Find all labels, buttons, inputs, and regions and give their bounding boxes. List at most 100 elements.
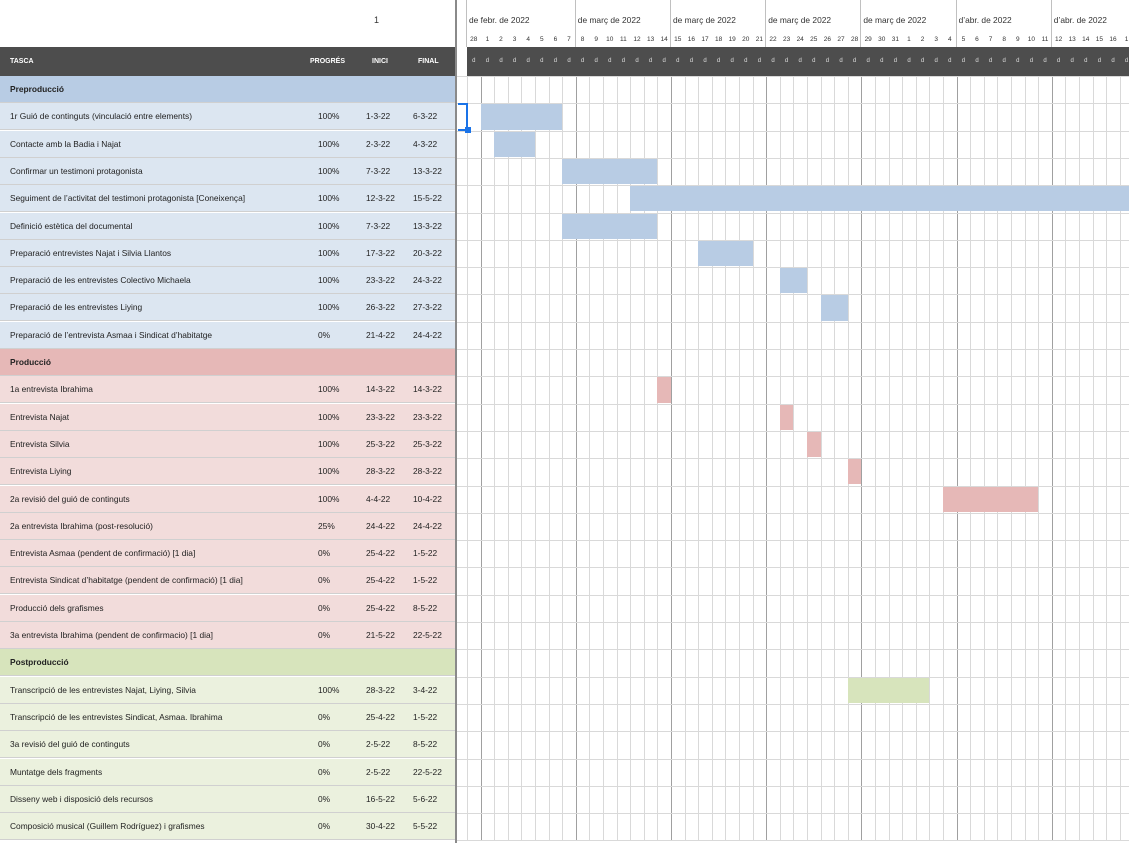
day-number: 8 <box>1002 36 1006 43</box>
gantt-bar[interactable] <box>943 486 1039 512</box>
day-number: 7 <box>567 36 571 43</box>
table-row[interactable]: 2a entrevista Ibrahima (post-resolució) 2… <box>0 512 455 540</box>
table-row[interactable]: Entrevista Najat 100% 23-3-22 23-3-22 <box>0 403 455 431</box>
table-row[interactable]: Composició musical (Guillem Rodríguez) i… <box>0 813 455 841</box>
gantt-bar[interactable] <box>562 213 658 239</box>
table-row[interactable]: Entrevista Sindicat d’habitatge (pendent… <box>0 567 455 595</box>
gantt-bar[interactable] <box>494 131 535 157</box>
table-header: TASCA PROGRÉS INICI FINAL <box>0 47 455 76</box>
table-row[interactable]: 3a entrevista Ibrahima (pendent de confi… <box>0 622 455 649</box>
phase-row[interactable]: Postproducció <box>0 649 455 677</box>
table-row[interactable]: Entrevista Asmaa (pendent de confirmació… <box>0 540 455 568</box>
day-letter: d <box>1024 47 1039 76</box>
gantt-bar[interactable] <box>562 158 658 185</box>
gantt-bar[interactable] <box>820 295 848 321</box>
table-row[interactable]: 1r Guió de continguts (vinculació entre … <box>0 103 455 131</box>
progress-cell: 25% <box>318 520 335 531</box>
column-header-end[interactable]: FINAL <box>418 58 439 65</box>
progress-cell: 100% <box>318 111 340 122</box>
column-header-task[interactable]: TASCA <box>10 58 34 65</box>
table-row[interactable]: 2a revisió del guió de continguts 100% 4-4… <box>0 485 455 513</box>
phase-row[interactable]: Preproducció <box>0 76 455 103</box>
frozen-column-divider[interactable] <box>455 0 457 843</box>
day-number: 10 <box>606 36 614 43</box>
table-row[interactable]: 3a revisió del guió de continguts 0% 2-5-2… <box>0 731 455 759</box>
table-row[interactable]: Preparació entrevistes Najat i Silvia Ll… <box>0 239 455 267</box>
day-number: 8 <box>580 36 585 43</box>
day-number: 13 <box>646 36 655 43</box>
end-cell: 24-3-22 <box>413 275 442 286</box>
table-row[interactable]: Muntatge dels fragments 0% 2-5-22 22-5-22 <box>0 758 455 786</box>
day-letter: d <box>521 47 535 76</box>
task-cell: Entrevista Silvia <box>10 438 70 449</box>
start-cell: 26-3-22 <box>366 302 395 313</box>
day-number: 14 <box>660 36 668 43</box>
grid-row-line <box>455 376 1129 378</box>
table-row[interactable]: Definició estètica del documental 100% 7-3… <box>0 212 455 240</box>
day-letter: d <box>943 47 957 76</box>
table-row[interactable]: Transcripció de les entrevistes Sindicat… <box>0 703 455 731</box>
day-letter: d <box>589 47 603 76</box>
task-cell: Disseny web i disposició dels recursos <box>10 793 153 804</box>
day-letter: d <box>929 47 943 76</box>
task-cell: Composició musical (Guillem Rodríguez) i… <box>10 821 205 832</box>
day-letter: d <box>684 47 699 76</box>
table-row[interactable]: Preparació de l’entrevista Asmaa i Sindi… <box>0 321 455 349</box>
table-row[interactable]: 1a entrevista Ibrahima 100% 14-3-22 14-3-22 <box>0 376 455 404</box>
table-row[interactable]: Contacte amb la Badia i Najat 100% 2-3-22 4… <box>0 130 455 158</box>
day-letter: d <box>535 47 549 76</box>
table-row[interactable]: Preparació de les entrevistes Liying 100%… <box>0 294 455 322</box>
table-row[interactable]: Transcripció de les entrevistes Najat, L… <box>0 676 455 704</box>
gantt-bar[interactable] <box>807 431 821 458</box>
day-number: 7 <box>988 36 993 43</box>
day-letter: d <box>807 47 821 76</box>
end-cell: 22-5-22 <box>413 766 442 777</box>
day-number: 12 <box>1054 36 1063 43</box>
task-cell: Definició estètica del documental <box>10 220 133 231</box>
table-row[interactable]: Confirmar un testimoni protagonista 100% 7… <box>0 157 455 185</box>
gantt-bar[interactable] <box>657 377 671 403</box>
day-number: 16 <box>687 36 695 43</box>
column-header-progress[interactable]: PROGRÉS <box>310 58 345 65</box>
day-number: 24 <box>796 36 804 43</box>
end-cell: 5-5-22 <box>413 821 438 832</box>
month-label: de març de 2022 <box>673 15 736 25</box>
day-letter: d <box>1079 47 1093 76</box>
week-number[interactable]: 1 <box>374 15 379 25</box>
progress-cell: 0% <box>318 711 331 722</box>
table-row[interactable]: Entrevista Silvia 100% 25-3-22 25-3-22 <box>0 430 455 458</box>
column-header-start[interactable]: INICI <box>372 58 388 65</box>
gantt-bar[interactable] <box>630 186 1129 212</box>
table-row[interactable]: Preparació de les entrevistes Colectivo … <box>0 267 455 295</box>
table-row[interactable]: Producció dels grafismes 0% 25-4-22 8-5-22 <box>0 594 455 622</box>
end-cell: 27-3-22 <box>413 302 442 313</box>
task-cell: Entrevista Liying <box>10 466 72 477</box>
progress-cell: 100% <box>318 220 340 231</box>
end-cell: 1-5-22 <box>413 575 438 586</box>
day-letter: d <box>766 47 780 76</box>
table-row[interactable]: Seguiment de l’activitat del testimoni p… <box>0 185 455 213</box>
end-cell: 15-5-22 <box>413 193 442 204</box>
table-row[interactable]: Entrevista Liying 100% 28-3-22 28-3-22 <box>0 458 455 486</box>
start-cell: 23-3-22 <box>366 411 395 422</box>
task-cell: Entrevista Sindicat d’habitatge (pendent… <box>10 575 243 586</box>
gantt-bar[interactable] <box>480 104 563 130</box>
grid-row-line <box>455 212 1129 214</box>
start-cell: 12-3-22 <box>366 193 395 204</box>
gantt-bar[interactable] <box>698 240 753 267</box>
table-top-cell[interactable]: 1 <box>0 0 455 47</box>
phase-row[interactable]: Producció <box>0 349 455 376</box>
table-row[interactable]: Disseny web i disposició dels recursos 0%… <box>0 785 455 813</box>
start-cell: 28-3-22 <box>366 466 395 477</box>
gantt-bar[interactable] <box>847 677 930 703</box>
day-number: 6 <box>975 36 979 43</box>
gantt-bar[interactable] <box>779 404 794 430</box>
gantt-bar[interactable] <box>779 268 807 294</box>
end-cell: 14-3-22 <box>413 384 442 395</box>
fill-handle[interactable] <box>465 127 471 133</box>
timeline-header: de febr. de 2022 de març de 2022 de març d… <box>455 0 1129 47</box>
day-letter: d <box>1051 47 1066 76</box>
day-number: 28 <box>470 36 478 43</box>
gantt-bar[interactable] <box>847 459 862 485</box>
task-cell: Muntatge dels fragments <box>10 766 103 777</box>
